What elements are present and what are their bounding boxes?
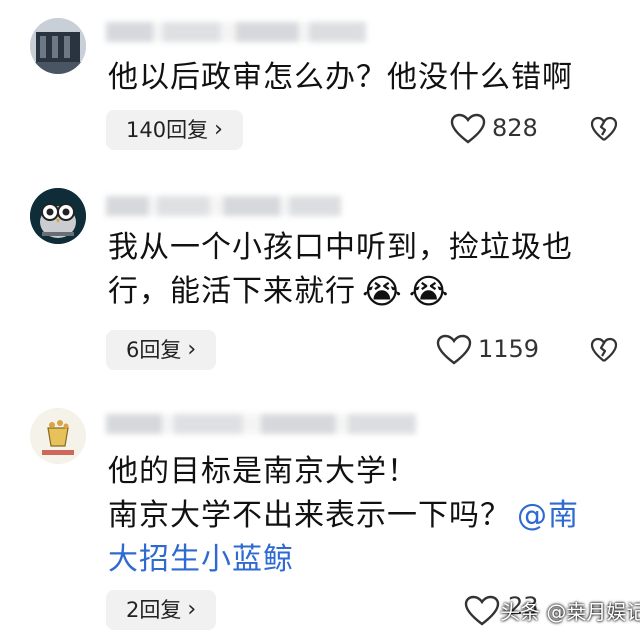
comment-text: 我从一个小孩口中听到，捡垃圾也 行，能活下来就行 😭 😭 [108,226,618,314]
like-count: 1159 [478,335,540,363]
comment-text-line-2: 南京大学不出来表示一下吗？ @南 [108,494,618,538]
like-count: 828 [492,114,538,142]
broken-heart-icon[interactable] [590,115,618,143]
chevron-right-icon: › [187,337,197,362]
crying-emoji: 😭 [362,272,403,312]
comment-text-line: 我从一个小孩口中听到，捡垃圾也 [108,230,573,265]
comment-text: 他以后政审怎么办？他没什么错啊 [108,56,618,100]
crying-emoji: 😭 [408,272,450,312]
reply-button[interactable]: 6回复 › [106,330,217,370]
reply-label: 2回复 [126,598,182,622]
watermark: 头条 @桒月娱记 [500,600,640,624]
heart-outline-icon[interactable] [450,113,486,145]
comment-text-line: 他以后政审怎么办？他没什么错啊 [108,60,573,95]
reply-label: 140回复 [126,118,209,142]
chevron-right-icon: › [214,117,223,142]
mention-link[interactable]: 大招生小蓝鲸 [108,538,618,582]
comment-text-line: 行，能活下来就行 [108,274,356,309]
comment-text: 他的目标是南京大学！ 南京大学不出来表示一下吗？ @南 大招生小蓝鲸 [108,450,618,582]
username-blurred[interactable] [106,414,416,434]
comment-text-line-2: 行，能活下来就行 😭 😭 [108,270,618,314]
reply-label: 6回复 [126,338,182,362]
broken-heart-icon[interactable] [590,336,618,364]
reply-button[interactable]: 2回复 › [106,590,217,630]
chevron-right-icon: › [187,597,197,622]
comment-text-line: 南京大学不出来表示一下吗？ [108,498,511,533]
avatar[interactable] [30,188,86,244]
username-blurred[interactable] [106,22,366,42]
comment-text-line: 他的目标是南京大学！ [108,454,418,489]
avatar[interactable] [30,408,86,464]
username-blurred[interactable] [106,196,341,216]
heart-outline-icon[interactable] [464,595,500,627]
mention-link[interactable]: @南 [517,498,579,533]
avatar[interactable] [30,18,86,74]
reply-button[interactable]: 140回复 › [106,110,243,150]
heart-outline-icon[interactable] [436,334,472,366]
